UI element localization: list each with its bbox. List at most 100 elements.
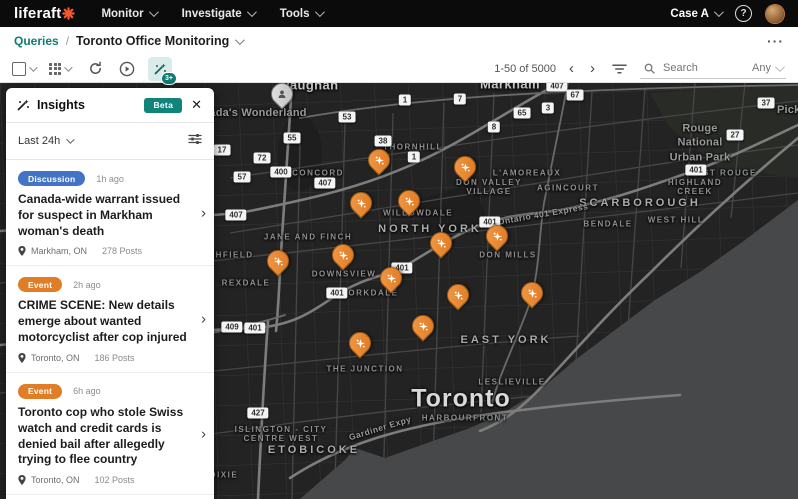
chevron-down-icon xyxy=(64,62,73,72)
category-badge: Discussion xyxy=(18,171,86,186)
card-timestamp: 2h ago xyxy=(73,279,101,290)
card-post-count: 278 Posts xyxy=(102,246,143,257)
sliders-icon xyxy=(188,134,202,144)
sparkle-icon xyxy=(350,333,370,353)
nav-menu-tools[interactable]: Tools xyxy=(279,7,325,20)
case-selector[interactable]: Case A xyxy=(670,7,724,20)
refresh-icon xyxy=(89,61,101,74)
insight-card[interactable]: Discussion 1h ago Canada-wide warrant is… xyxy=(6,160,214,267)
sparkle-icon xyxy=(333,245,353,265)
search-input[interactable] xyxy=(661,61,737,75)
card-post-count: 186 Posts xyxy=(94,352,135,363)
search-box[interactable]: Any xyxy=(640,58,786,79)
breadcrumb-separator: / xyxy=(65,34,70,48)
chevron-right-icon[interactable]: › xyxy=(201,204,206,221)
card-post-count: 102 Posts xyxy=(94,475,135,486)
chevron-down-icon xyxy=(29,62,38,72)
card-title: CRIME SCENE: New details emerge about wa… xyxy=(18,298,187,345)
insights-panel-header: Insights Beta ✕ xyxy=(6,88,214,123)
grid-view-icon xyxy=(49,62,61,75)
insight-card[interactable]: Event 2h ago CRIME SCENE: New details em… xyxy=(6,266,214,373)
breadcrumb-queries-link[interactable]: Queries xyxy=(14,34,59,48)
insights-filter-row: Last 24h xyxy=(6,123,214,160)
sparkle-icon xyxy=(351,193,371,213)
filter-button[interactable] xyxy=(608,58,630,80)
sparkle-icon xyxy=(268,251,288,271)
magic-wand-icon xyxy=(17,99,29,111)
beta-badge: Beta xyxy=(144,97,183,113)
time-range-label: Last 24h xyxy=(18,135,61,147)
card-timestamp: 1h ago xyxy=(96,173,124,184)
more-options-button[interactable]: ··· xyxy=(767,33,784,49)
chevron-right-icon[interactable]: › xyxy=(201,311,206,328)
chevron-down-icon xyxy=(66,135,75,144)
location-pin-icon xyxy=(18,246,26,257)
pagination-label: 1-50 of 5000 xyxy=(494,62,556,75)
refresh-button[interactable] xyxy=(84,58,106,80)
nav-menu-monitor[interactable]: Monitor xyxy=(101,7,159,20)
search-scope-dropdown[interactable]: Any xyxy=(752,61,785,74)
results-toolbar: 3+ 1-50 of 5000 ‹ › Any xyxy=(0,55,798,85)
nav-menu-monitor-label: Monitor xyxy=(101,7,144,20)
nav-menu-investigate-label: Investigate xyxy=(181,7,242,20)
sparkle-icon xyxy=(413,316,433,336)
insights-panel: Insights Beta ✕ Last 24h Discussion 1h a… xyxy=(6,88,214,499)
nav-menu-investigate[interactable]: Investigate xyxy=(181,7,257,20)
location-pin-icon xyxy=(18,475,26,486)
chevron-down-icon xyxy=(314,7,325,18)
chevron-down-icon xyxy=(713,7,724,18)
sparkle-icon xyxy=(381,268,401,288)
sparkle-icon xyxy=(369,150,389,170)
insights-panel-title: Insights xyxy=(37,98,85,112)
next-page-button[interactable]: › xyxy=(587,61,598,76)
category-badge: Event xyxy=(18,383,63,399)
top-nav-bar: liferaft Monitor Investigate Tools Case … xyxy=(0,0,798,27)
breadcrumb-bar: Queries / Toronto Office Monitoring ··· xyxy=(0,27,798,55)
chevron-down-icon xyxy=(235,34,246,45)
run-query-button[interactable] xyxy=(116,58,138,80)
help-icon: ? xyxy=(740,8,747,19)
category-badge: Event xyxy=(18,277,63,293)
card-timestamp: 6h ago xyxy=(73,386,101,397)
sparkle-icon xyxy=(522,283,542,303)
view-layout-dropdown[interactable] xyxy=(49,62,73,75)
sparkle-icon xyxy=(431,233,451,253)
chevron-down-icon xyxy=(148,7,159,18)
insight-card[interactable]: Discussion 8h ago Toronto police release… xyxy=(6,495,214,499)
search-scope-label: Any xyxy=(752,62,771,74)
chevron-down-icon xyxy=(774,61,785,72)
sparkle-icon xyxy=(399,191,419,211)
insights-settings-button[interactable] xyxy=(188,132,202,150)
checkbox-icon xyxy=(12,61,26,76)
insights-card-list: Discussion 1h ago Canada-wide warrant is… xyxy=(6,160,214,499)
query-title-dropdown[interactable]: Toronto Office Monitoring xyxy=(76,34,246,48)
card-title: Toronto cop who stole Swiss watch and cr… xyxy=(18,404,184,467)
card-location: Toronto, ON xyxy=(31,352,80,363)
user-avatar[interactable] xyxy=(766,4,784,23)
filter-lines-icon xyxy=(611,64,627,73)
close-icon[interactable]: ✕ xyxy=(189,97,204,113)
help-button[interactable]: ? xyxy=(735,5,752,22)
sparkle-icon xyxy=(448,285,468,305)
insight-card[interactable]: Event 6h ago Toronto cop who stole Swiss… xyxy=(6,373,214,496)
app-logo[interactable]: liferaft xyxy=(14,5,76,22)
time-range-dropdown[interactable]: Last 24h xyxy=(18,135,75,147)
insights-toggle-button[interactable]: 3+ xyxy=(148,56,177,85)
logo-starburst-icon xyxy=(62,7,76,20)
app-logo-text: liferaft xyxy=(14,5,62,22)
insights-count-badge: 3+ xyxy=(161,71,177,85)
chevron-right-icon[interactable]: › xyxy=(201,425,206,442)
sparkle-icon xyxy=(455,157,475,177)
select-all-dropdown[interactable] xyxy=(12,61,38,76)
chevron-down-icon xyxy=(246,7,257,18)
nav-menu-tools-label: Tools xyxy=(279,7,310,20)
case-selector-label: Case A xyxy=(670,7,709,20)
query-title: Toronto Office Monitoring xyxy=(76,34,230,48)
location-pin-icon xyxy=(18,352,26,363)
person-icon xyxy=(272,84,292,104)
card-title: Canada-wide warrant issued for suspect i… xyxy=(18,192,181,238)
card-location: Markham, ON xyxy=(31,246,88,257)
play-icon xyxy=(119,61,135,76)
prev-page-button[interactable]: ‹ xyxy=(566,61,577,76)
card-location: Toronto, ON xyxy=(31,475,80,486)
